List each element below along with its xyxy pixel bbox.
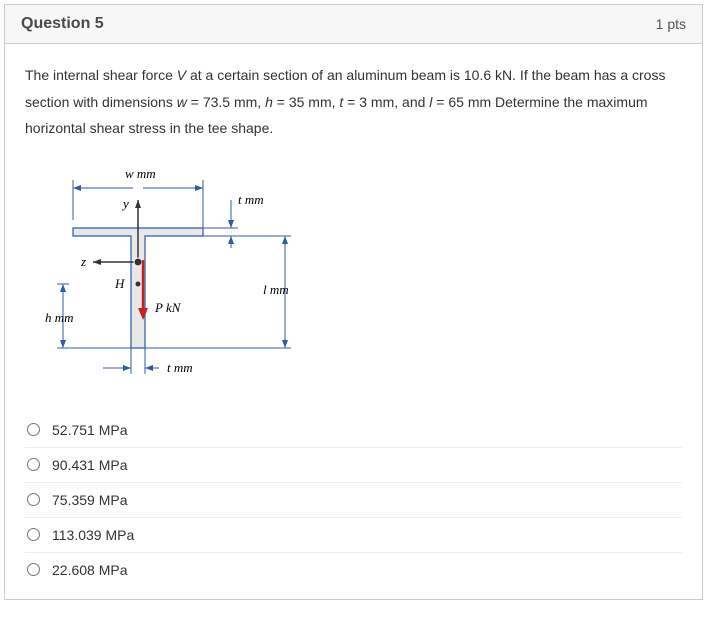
centroid-marker bbox=[134, 258, 142, 266]
label-t-top: t mm bbox=[238, 192, 264, 207]
option-label: 90.431 MPa bbox=[52, 457, 128, 473]
option-radio[interactable] bbox=[27, 458, 40, 471]
option-radio[interactable] bbox=[27, 563, 40, 576]
option-label: 22.608 MPa bbox=[52, 562, 128, 578]
question-body: The internal shear force V at a certain … bbox=[5, 44, 702, 599]
label-H: H bbox=[114, 276, 125, 291]
tee-diagram-svg: w mm y t mm z bbox=[33, 160, 313, 390]
option-row[interactable]: 22.608 MPa bbox=[25, 552, 682, 587]
question-points: 1 pts bbox=[656, 16, 686, 32]
option-row[interactable]: 90.431 MPa bbox=[25, 447, 682, 482]
option-label: 75.359 MPa bbox=[52, 492, 128, 508]
question-header: Question 5 1 pts bbox=[5, 5, 702, 44]
label-z: z bbox=[80, 254, 86, 269]
label-y: y bbox=[121, 196, 129, 211]
option-radio[interactable] bbox=[27, 528, 40, 541]
option-row[interactable]: 113.039 MPa bbox=[25, 517, 682, 552]
tee-beam-figure: w mm y t mm z bbox=[33, 160, 682, 395]
option-label: 113.039 MPa bbox=[52, 527, 134, 543]
option-radio[interactable] bbox=[27, 423, 40, 436]
option-row[interactable]: 52.751 MPa bbox=[25, 413, 682, 447]
answer-options: 52.751 MPa 90.431 MPa 75.359 MPa 113.039… bbox=[25, 413, 682, 587]
option-radio[interactable] bbox=[27, 493, 40, 506]
label-l: l mm bbox=[263, 282, 289, 297]
question-text: The internal shear force V at a certain … bbox=[25, 62, 682, 142]
option-label: 52.751 MPa bbox=[52, 422, 128, 438]
label-t-bottom: t mm bbox=[167, 360, 193, 375]
question-title: Question 5 bbox=[21, 15, 104, 33]
question-container: Question 5 1 pts The internal shear forc… bbox=[4, 4, 703, 600]
label-P: P kN bbox=[154, 300, 182, 315]
point-H bbox=[136, 281, 141, 286]
label-w: w mm bbox=[125, 166, 156, 181]
option-row[interactable]: 75.359 MPa bbox=[25, 482, 682, 517]
label-h: h mm bbox=[45, 310, 74, 325]
